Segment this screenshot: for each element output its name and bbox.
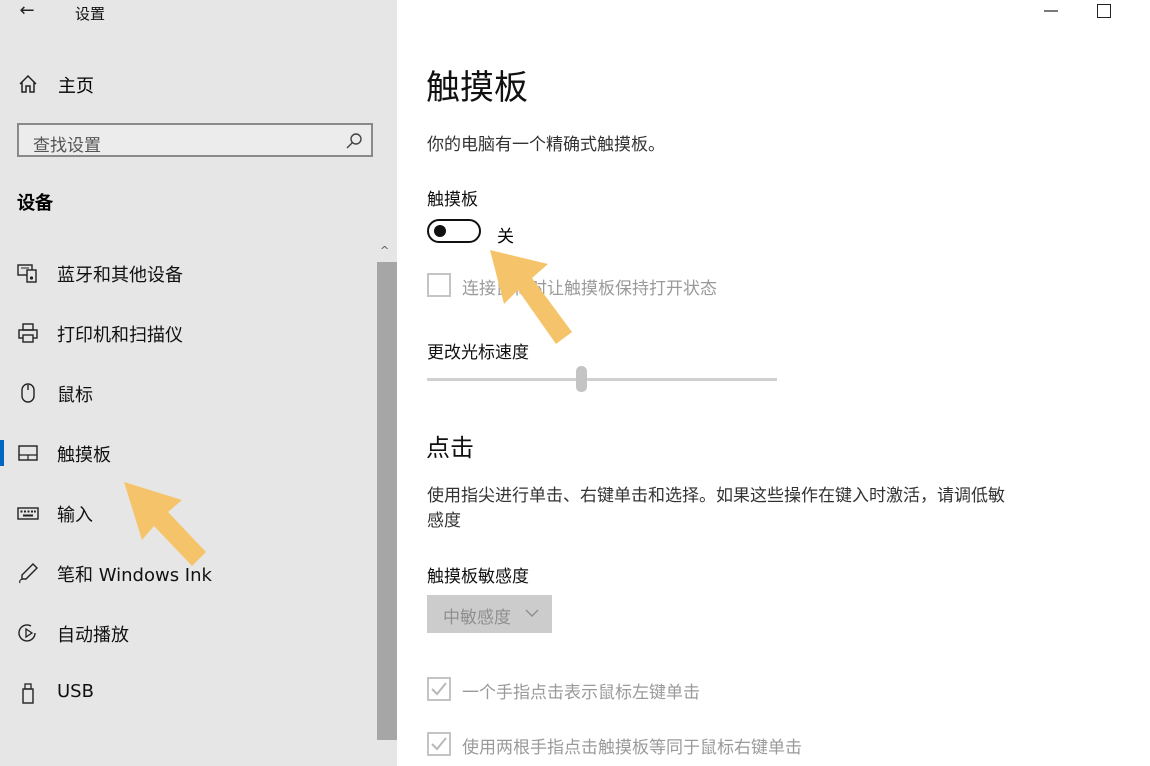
mouse-icon bbox=[21, 383, 35, 403]
single-tap-checkbox[interactable] bbox=[427, 677, 451, 701]
chevron-down-icon bbox=[525, 609, 539, 617]
checkmark-icon bbox=[431, 682, 447, 696]
touchpad-toggle-label: 触摸板 bbox=[427, 190, 478, 210]
sidebar-item-label: 自动播放 bbox=[57, 625, 129, 646]
scroll-up-icon[interactable]: ^ bbox=[380, 244, 389, 257]
maximize-icon[interactable] bbox=[1097, 4, 1111, 18]
sidebar-item-usb[interactable]: USB bbox=[0, 668, 377, 718]
cursor-speed-slider-thumb[interactable] bbox=[576, 366, 587, 392]
keyboard-icon bbox=[17, 507, 39, 520]
taps-description: 使用指尖进行单击、右键单击和选择。如果这些操作在键入时激活，请调低敏感度 bbox=[427, 486, 1005, 531]
page-description: 你的电脑有一个精确式触摸板。 bbox=[427, 135, 665, 155]
sidebar: ← 设置 主页 查找设置 设备 ^ 蓝牙和其他设备 打印机和扫描仪 鼠标 触摸板… bbox=[0, 0, 397, 766]
back-button[interactable]: ← bbox=[14, 0, 40, 24]
cursor-speed-slider[interactable] bbox=[427, 378, 777, 381]
printer-icon bbox=[18, 323, 38, 343]
sidebar-item-bluetooth[interactable]: 蓝牙和其他设备 bbox=[0, 248, 377, 298]
single-tap-label: 一个手指点击表示鼠标左键单击 bbox=[462, 683, 700, 703]
pen-icon bbox=[19, 563, 38, 584]
search-input[interactable]: 查找设置 bbox=[17, 123, 373, 157]
sidebar-item-label: USB bbox=[57, 681, 94, 702]
page-title: 触摸板 bbox=[426, 68, 528, 108]
sidebar-item-label: 打印机和扫描仪 bbox=[57, 325, 183, 346]
touchpad-toggle[interactable] bbox=[427, 219, 481, 243]
toggle-state-text: 关 bbox=[497, 227, 514, 247]
annotation-arrow bbox=[124, 482, 206, 566]
search-placeholder: 查找设置 bbox=[33, 136, 101, 156]
minimize-icon[interactable] bbox=[1041, 0, 1061, 20]
home-link[interactable]: 主页 bbox=[58, 72, 94, 98]
sidebar-item-printers[interactable]: 打印机和扫描仪 bbox=[0, 308, 377, 358]
sidebar-item-label: 蓝牙和其他设备 bbox=[57, 265, 183, 286]
taps-section-title: 点击 bbox=[426, 434, 474, 462]
two-finger-tap-label: 使用两根手指点击触摸板等同于鼠标右键单击 bbox=[462, 738, 802, 758]
leave-on-with-mouse-checkbox[interactable] bbox=[427, 273, 451, 297]
bluetooth-devices-icon bbox=[17, 264, 37, 283]
section-title: 设备 bbox=[17, 193, 53, 214]
sidebar-item-label: 鼠标 bbox=[57, 385, 93, 406]
sidebar-item-autoplay[interactable]: 自动播放 bbox=[0, 608, 377, 658]
toggle-knob bbox=[434, 225, 446, 237]
sidebar-item-label: 触摸板 bbox=[57, 445, 111, 466]
touchpad-icon bbox=[18, 445, 38, 461]
sidebar-item-touchpad[interactable]: 触摸板 bbox=[0, 428, 377, 478]
two-finger-tap-checkbox[interactable] bbox=[427, 732, 451, 756]
sensitivity-selected: 中敏感度 bbox=[443, 608, 511, 628]
back-arrow-icon: ← bbox=[19, 0, 35, 21]
annotation-arrow bbox=[490, 250, 572, 344]
sensitivity-dropdown[interactable]: 中敏感度 bbox=[427, 595, 552, 633]
sidebar-item-mouse[interactable]: 鼠标 bbox=[0, 368, 377, 418]
scrollbar[interactable] bbox=[377, 262, 397, 740]
search-icon bbox=[346, 133, 362, 149]
sensitivity-label: 触摸板敏感度 bbox=[427, 567, 529, 587]
sidebar-item-label: 输入 bbox=[57, 505, 93, 526]
home-icon bbox=[19, 74, 37, 93]
autoplay-icon bbox=[18, 624, 36, 642]
checkmark-icon bbox=[431, 737, 447, 751]
app-title: 设置 bbox=[75, 5, 106, 23]
usb-icon bbox=[22, 683, 34, 704]
